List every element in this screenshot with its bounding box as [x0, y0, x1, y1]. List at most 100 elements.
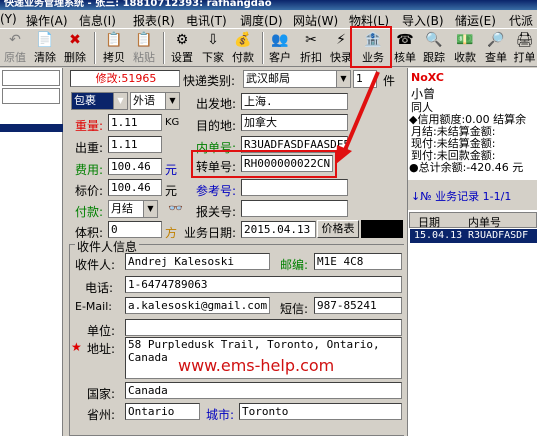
- phone-icon: ☎: [396, 32, 414, 48]
- window-title: 快递业务管理系统 - 张三: 18810712393: rafhangdao: [0, 0, 537, 10]
- settings-button[interactable]: ⚙ 设置: [168, 30, 196, 66]
- origin-input[interactable]: 上海.: [241, 93, 348, 110]
- language-select[interactable]: 外语 ▼: [130, 92, 180, 110]
- clear-button[interactable]: 📄 清除: [31, 30, 59, 66]
- scissors-icon: ✂: [305, 32, 317, 48]
- menu-item-y[interactable]: (Y): [0, 12, 17, 26]
- phone-input[interactable]: 1-6474789063: [125, 276, 402, 293]
- volume-unit-label: 方: [165, 226, 178, 240]
- postcode-label: 邮编:: [280, 258, 309, 272]
- menu-item-agent[interactable]: 代派: [509, 12, 533, 29]
- list-price-unit-label: 元: [165, 184, 178, 198]
- print-button[interactable]: 🖨 打单: [512, 30, 537, 66]
- sms-input[interactable]: 987-85241: [314, 297, 402, 314]
- query-button[interactable]: 🔎 查单: [482, 30, 510, 66]
- next-agent-button[interactable]: ⇩ 下家: [199, 30, 227, 66]
- chevron-down-icon: ▼: [113, 93, 127, 109]
- business-date-input[interactable]: 2015.04.13: [241, 221, 316, 238]
- weight-unit-label: KG: [165, 117, 180, 128]
- phone-label: 电话:: [85, 281, 114, 295]
- transfer-no-label: 转单号:: [196, 160, 237, 174]
- weight-label: 重量:: [75, 119, 104, 133]
- province-input[interactable]: Ontario: [125, 403, 200, 420]
- company-input[interactable]: [125, 319, 402, 336]
- menu-bar: (Y) 操作(A) 信息(I) 报表(R) 电讯(T) 调度(D) 网站(W) …: [0, 10, 537, 29]
- recipient-name-label: 收件人:: [75, 258, 116, 272]
- menu-item-report[interactable]: 报表(R): [133, 12, 175, 29]
- menu-item-info[interactable]: 信息(I): [79, 12, 116, 29]
- left-search-input[interactable]: [2, 88, 60, 104]
- toolbar-separator: [262, 32, 264, 64]
- city-input[interactable]: Toronto: [239, 403, 402, 420]
- revert-button[interactable]: ↶ 原值: [0, 30, 30, 66]
- payment-select[interactable]: 月结 ▼: [108, 200, 158, 218]
- glasses-icon[interactable]: 👓: [168, 201, 183, 215]
- copy-button[interactable]: 📋 拷贝: [100, 30, 128, 66]
- undo-icon: ↶: [9, 32, 21, 48]
- watermark-text: www.ems-help.com: [178, 356, 335, 375]
- payment-button[interactable]: 💰 付款: [229, 30, 257, 66]
- delete-button[interactable]: ✖ 删除: [61, 30, 89, 66]
- menu-item-website[interactable]: 网站(W): [293, 12, 338, 29]
- express-type-select[interactable]: 武汉邮局 ▼: [243, 70, 351, 88]
- gear-icon: ⚙: [175, 32, 189, 48]
- copy-icon: 📋: [105, 32, 123, 48]
- menu-item-operate[interactable]: 操作(A): [26, 12, 68, 29]
- download-icon: ⇩: [207, 32, 219, 48]
- country-input[interactable]: Canada: [125, 382, 402, 399]
- annotation-highlight-box: [350, 26, 392, 68]
- destination-label: 目的地:: [196, 119, 237, 133]
- verify-button[interactable]: ☎ 核单: [392, 30, 418, 66]
- weight-input[interactable]: 1.11: [108, 114, 162, 131]
- fee-label: 费用:: [75, 163, 104, 177]
- ref-no-input[interactable]: [241, 179, 348, 196]
- black-indicator: [361, 220, 403, 238]
- track-button[interactable]: 🔍 跟踪: [420, 30, 448, 66]
- collect-button[interactable]: 💵 收款: [451, 30, 479, 66]
- payment-label: 付款:: [75, 205, 104, 219]
- left-list-selected-row[interactable]: [0, 124, 63, 132]
- menu-item-storage[interactable]: 储运(E): [455, 12, 496, 29]
- discount-button[interactable]: ✂ 折扣: [297, 30, 325, 66]
- customs-no-input[interactable]: [241, 200, 348, 217]
- toolbar-separator: [94, 32, 96, 64]
- cash-icon: 💵: [456, 32, 474, 48]
- chevron-down-icon: ▼: [165, 93, 179, 109]
- table-row[interactable]: 15.04.13 R3UADFASDF: [410, 229, 537, 243]
- email-label: E-Mail:: [75, 300, 112, 313]
- left-filter-input[interactable]: [2, 70, 60, 86]
- postcode-input[interactable]: M1E 4C8: [314, 253, 402, 270]
- price-table-button[interactable]: 价格表: [317, 220, 359, 238]
- email-input[interactable]: a.kalesoski@gmail.com: [125, 297, 270, 314]
- fee-input[interactable]: 100.46: [108, 158, 162, 175]
- chevron-down-icon: ▼: [336, 71, 350, 87]
- search-icon: 🔎: [487, 32, 505, 48]
- destination-input[interactable]: 加拿大: [241, 114, 348, 131]
- customer-info-panel: NoXC 小曾 同人 ◆信用额度:0.00 结算余 月结:未结算金额: 现付:未…: [407, 68, 537, 436]
- delete-icon: ✖: [69, 32, 81, 48]
- fee-unit-label: 元: [165, 163, 178, 177]
- total-balance: ●总计余额:-420.46 元: [409, 161, 524, 174]
- count-input[interactable]: 1: [353, 70, 377, 88]
- ref-no-label: 参考号:: [196, 184, 237, 198]
- menu-item-import[interactable]: 导入(B): [402, 12, 444, 29]
- customer-button[interactable]: 👥 客户: [266, 30, 294, 66]
- money-bag-icon: 💰: [234, 32, 252, 48]
- list-price-label: 标价:: [75, 184, 104, 198]
- recipient-name-input[interactable]: Andrej Kalesoski: [125, 253, 270, 270]
- company-label: 单位:: [87, 324, 116, 338]
- menu-item-dispatch[interactable]: 调度(D): [240, 12, 283, 29]
- transfer-no-input[interactable]: RH000000022CN: [241, 155, 333, 172]
- people-icon: 👥: [271, 32, 289, 48]
- paste-icon: 📋: [135, 32, 153, 48]
- package-type-select[interactable]: 包裹 ▼: [71, 92, 128, 110]
- paste-button[interactable]: 📋 粘贴: [130, 30, 158, 66]
- out-weight-input[interactable]: 1.11: [108, 136, 162, 153]
- list-price-input[interactable]: 100.46: [108, 179, 162, 196]
- volume-input[interactable]: 0: [108, 221, 162, 238]
- country-label: 国家:: [87, 387, 116, 401]
- column-header-internal-no[interactable]: 内单号: [468, 214, 501, 230]
- page-icon: 📄: [36, 32, 54, 48]
- column-header-date[interactable]: 日期: [418, 214, 440, 230]
- menu-item-telecom[interactable]: 电讯(T): [186, 12, 227, 29]
